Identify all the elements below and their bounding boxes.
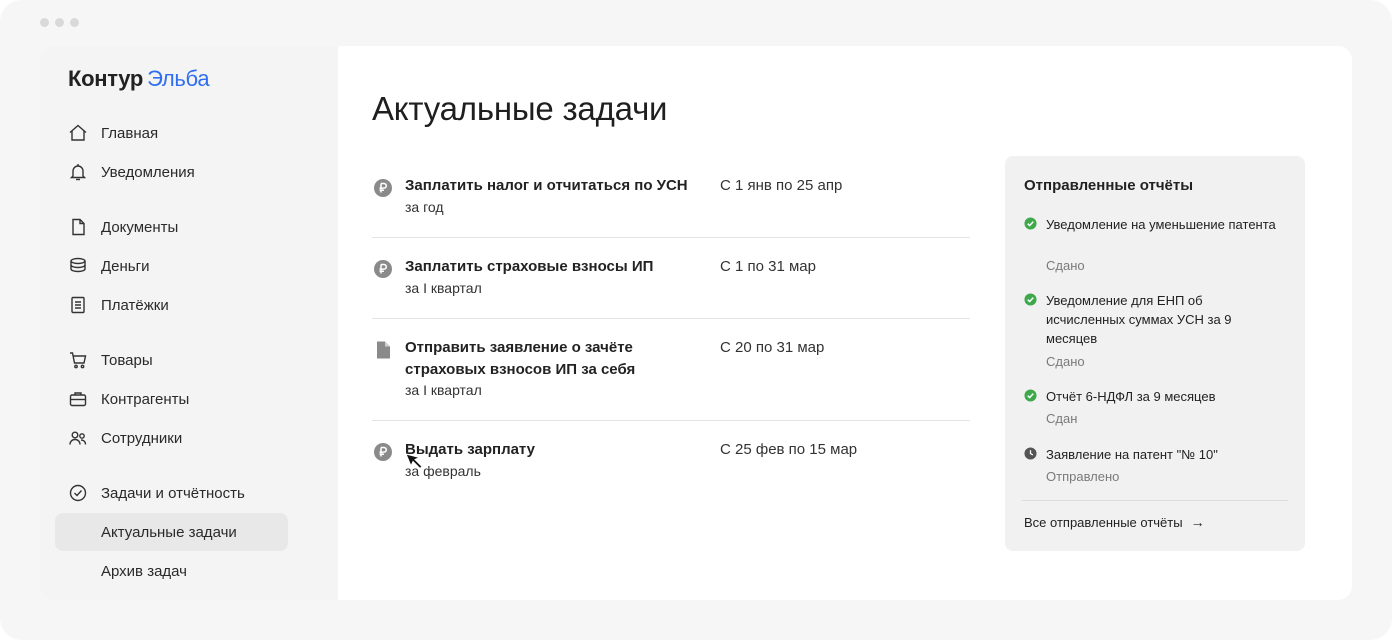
sidebar-item-label: Платёжки [101, 296, 169, 314]
task-name[interactable]: Заплатить налог и отчитаться по УСН [405, 175, 710, 197]
task-date: С 1 янв по 25 апр [720, 177, 843, 194]
sidebar-item-label: Главная [101, 124, 159, 142]
sidebar-item-task-archive[interactable]: Архив задач [55, 552, 288, 590]
mouse-cursor-icon [405, 453, 423, 470]
clock-icon [1024, 447, 1037, 460]
task-period: за год [405, 199, 444, 215]
report-name: Отчёт 6-НДФЛ за 9 месяцев [1046, 389, 1216, 404]
page-title: Актуальные задачи [372, 90, 668, 127]
check-circle-icon [67, 482, 89, 504]
task-period: за I квартал [405, 280, 482, 296]
report-item[interactable]: Уведомление для ЕНП об исчисленных сумма… [1024, 291, 1289, 371]
task-name[interactable]: Отправить заявление о зачёте страховых в… [405, 337, 710, 381]
logo-elba: Эльба [147, 66, 210, 91]
sidebar-item-label: Деньги [101, 257, 150, 275]
task-date: С 25 фев по 15 мар [720, 441, 858, 458]
main-content: Актуальные задачи Заплатить налог и отчи… [338, 46, 1352, 600]
report-item[interactable]: Заявление на патент "№ 10" Отправлено [1024, 445, 1289, 487]
ruble-icon [372, 258, 394, 280]
all-sent-reports-label: Все отправленные отчёты [1024, 514, 1183, 530]
arrow-right-icon: → [1190, 514, 1205, 530]
task-row[interactable]: Заплатить страховые взносы ИП за I кварт… [372, 238, 970, 319]
home-icon [67, 122, 89, 144]
task-row[interactable]: Выдать зарплату за февраль С 25 фев по 1… [372, 421, 970, 501]
task-row[interactable]: Заплатить налог и отчитаться по УСН за г… [372, 157, 970, 238]
task-date: С 20 по 31 мар [720, 339, 825, 356]
window-dot-close[interactable] [40, 18, 49, 27]
sidebar-item-goods[interactable]: Товары [55, 341, 288, 379]
sidebar-item-label: Актуальные задачи [101, 523, 237, 541]
people-icon [67, 427, 89, 449]
sidebar-item-employees[interactable]: Сотрудники [55, 419, 288, 457]
panel-title: Отправленные отчёты [1024, 177, 1194, 194]
check-icon [1024, 217, 1037, 230]
report-status: Отправлено [1046, 469, 1120, 484]
sidebar-item-documents[interactable]: Документы [55, 208, 288, 246]
window-dot-maximize[interactable] [70, 18, 79, 27]
report-status: Сдано [1046, 354, 1085, 369]
sidebar-item-current-tasks[interactable]: Актуальные задачи [55, 513, 288, 551]
sidebar-item-payments[interactable]: Платёжки [55, 286, 288, 324]
report-item[interactable]: Уведомление на уменьшение патента Сдано [1024, 215, 1289, 275]
report-name: Заявление на патент "№ 10" [1046, 447, 1218, 462]
report-item[interactable]: Отчёт 6-НДФЛ за 9 месяцев Сдан [1024, 387, 1289, 429]
logo-kontur: Контур [68, 66, 144, 91]
sidebar-item-notifications[interactable]: Уведомления [55, 153, 288, 191]
check-icon [1024, 293, 1037, 306]
report-name: Уведомление для ЕНП об исчисленных сумма… [1046, 293, 1232, 346]
task-row[interactable]: Отправить заявление о зачёте страховых в… [372, 319, 970, 421]
window-controls [40, 18, 79, 27]
sidebar-item-home[interactable]: Главная [55, 114, 288, 152]
sidebar-item-label: Сотрудники [101, 429, 183, 447]
sidebar-item-label: Архив задач [101, 562, 187, 580]
cart-icon [67, 349, 89, 371]
sidebar-item-label: Документы [101, 218, 179, 236]
check-icon [1024, 389, 1037, 402]
panel-divider [1022, 500, 1288, 501]
sidebar-item-label: Уведомления [101, 163, 195, 181]
bell-icon [67, 161, 89, 183]
window-dot-minimize[interactable] [55, 18, 64, 27]
task-name[interactable]: Заплатить страховые взносы ИП [405, 256, 710, 278]
briefcase-icon [67, 388, 89, 410]
sent-reports-panel: Отправленные отчёты Уведомление на умень… [1005, 156, 1305, 551]
sidebar-item-label: Товары [101, 351, 153, 369]
receipt-icon [67, 294, 89, 316]
ruble-icon [372, 177, 394, 199]
task-period: за I квартал [405, 382, 482, 398]
task-date: С 1 по 31 мар [720, 258, 816, 275]
app-window: Контур Эльба Главная Уведомления Документ… [0, 0, 1392, 640]
ruble-icon [372, 441, 394, 463]
sidebar-item-money[interactable]: Деньги [55, 247, 288, 285]
document-icon [372, 339, 394, 361]
sidebar-item-counterparties[interactable]: Контрагенты [55, 380, 288, 418]
coins-icon [67, 255, 89, 277]
sidebar-item-label: Задачи и отчётность [101, 484, 245, 502]
report-name: Уведомление на уменьшение патента [1046, 217, 1276, 232]
logo[interactable]: Контур Эльба [68, 66, 210, 92]
all-sent-reports-link[interactable]: Все отправленные отчёты → [1024, 514, 1205, 530]
sidebar-item-label: Контрагенты [101, 390, 190, 408]
sidebar-item-tasks-reports[interactable]: Задачи и отчётность [55, 474, 288, 512]
report-status: Сдано [1046, 258, 1085, 273]
app-container: Контур Эльба Главная Уведомления Документ… [40, 46, 1352, 600]
report-status: Сдан [1046, 411, 1078, 426]
document-icon [67, 216, 89, 238]
task-name[interactable]: Выдать зарплату [405, 439, 710, 461]
sidebar: Контур Эльба Главная Уведомления Документ… [40, 46, 338, 600]
